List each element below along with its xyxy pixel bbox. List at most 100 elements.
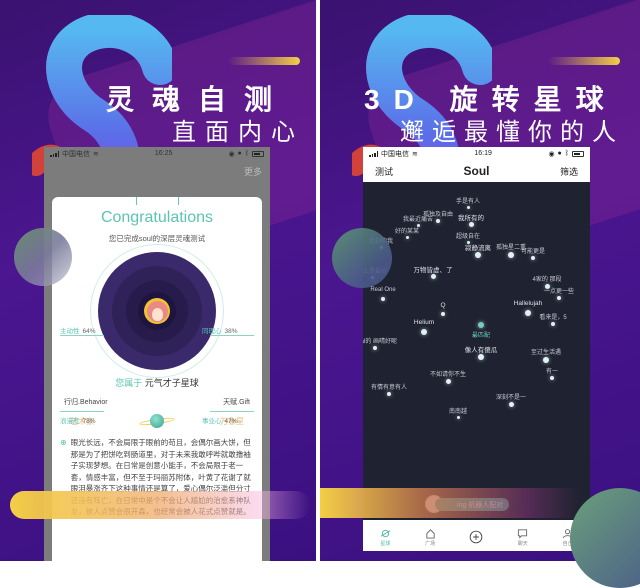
planet-star[interactable] (456, 416, 460, 419)
tab-planet[interactable]: 星球 (380, 528, 391, 547)
clock: 16:19 (474, 150, 492, 157)
avatar[interactable] (144, 298, 170, 324)
star-label: 一点更一些 (543, 289, 575, 295)
planet-star[interactable] (387, 392, 391, 396)
decorative-sphere (332, 228, 392, 288)
star-label: Real One (370, 287, 396, 293)
battery-icon (251, 150, 264, 157)
tab-add[interactable] (469, 530, 483, 544)
congrats-title: Congratulations (100, 209, 214, 226)
star-label: 我最近痛苦 (402, 217, 434, 223)
trait-ambition: 事业心 47% (202, 418, 238, 425)
wifi-icon: ≋ (412, 150, 418, 158)
filter-button[interactable]: 筛选 (560, 165, 578, 178)
star-label: 可能更是 (520, 249, 546, 255)
planet-star[interactable] (373, 346, 377, 350)
trait-line (60, 411, 104, 412)
wifi-icon: ≋ (93, 150, 99, 158)
star-label: 像人有傻瓜 (464, 347, 498, 354)
planet-star[interactable] (445, 379, 451, 384)
planet-star[interactable] (405, 236, 409, 239)
star-label: 我所有的 (458, 215, 484, 222)
location-icon: ◉ (228, 150, 235, 158)
decorative-yellow-bar (10, 491, 310, 519)
clock: 16:25 (154, 150, 173, 157)
planet-icon (138, 413, 176, 429)
star-label: 有情有意有人 (370, 385, 408, 391)
tab-square[interactable]: 广场 (425, 528, 436, 547)
star-label: 好的某某 (394, 229, 420, 235)
star-label: 寂静流离 (465, 245, 491, 252)
star-label: 南南越 (448, 409, 468, 415)
more-button[interactable]: 更多 (244, 165, 262, 178)
star-label: 不如请你不生 (429, 372, 467, 378)
planet-star[interactable] (441, 312, 445, 316)
trait-romance: 浪漫度 78% (60, 418, 96, 425)
ribbon-line (136, 197, 137, 205)
signal-icon (369, 150, 378, 157)
planet-star[interactable] (478, 322, 484, 328)
planet-star[interactable] (430, 274, 436, 279)
planet-star[interactable] (421, 329, 427, 335)
star-label: 4家的 那段 (532, 277, 562, 283)
bluetooth-icon: ᛒ (564, 150, 569, 157)
planet-starfield[interactable]: ing 机器人配对 孤独及自由手是有人我所有的我最近痛苦此刻的我好的某某超级自在… (363, 182, 590, 520)
yellow-streak (548, 57, 620, 65)
star-label: Helium (413, 319, 435, 326)
plus-icon (470, 530, 483, 544)
planet-star[interactable] (436, 219, 440, 223)
status-bar: 中国电信 ≋ 16:25 ◉ ● ᛒ (44, 147, 270, 160)
planet-star[interactable] (551, 322, 555, 326)
test-button[interactable]: 测试 (375, 165, 393, 178)
carrier-label: 中国电信 (62, 150, 90, 158)
yellow-streak (228, 57, 300, 65)
planet-star[interactable] (466, 206, 470, 209)
tab-bar: 星球 广场 聊天 自己 (363, 523, 590, 551)
decorative-yellow-bar (320, 488, 580, 518)
battery-icon (571, 150, 584, 157)
planet-star[interactable] (468, 222, 474, 227)
star-label: 最匹配 (471, 333, 491, 339)
chat-icon (518, 528, 528, 539)
tab-chat[interactable]: 聊天 (517, 528, 528, 547)
nav-bar: 测试 Soul 筛选 (363, 160, 590, 182)
bluetooth-icon: ᛒ (244, 150, 249, 157)
planet-star[interactable] (381, 297, 385, 301)
status-bar: 中国电信 ≋ 16:19 ◉ ● ᛒ (363, 147, 590, 160)
ribbon-line (178, 197, 179, 205)
trait-initiative: 主动性 64% (60, 328, 96, 335)
planet-star[interactable] (475, 252, 481, 258)
star-label: Real的 画晴好呢 (363, 339, 398, 345)
alarm-icon: ● (557, 150, 562, 157)
planet-star[interactable] (543, 357, 549, 363)
star-label: 有一 (545, 369, 559, 375)
planet-star[interactable] (531, 256, 535, 260)
trait-line (210, 335, 254, 336)
decorative-sphere (14, 228, 72, 286)
planet-star[interactable] (557, 296, 561, 300)
planet-star[interactable] (525, 310, 531, 316)
star-label: 手是有人 (455, 199, 481, 205)
gift-label: 天赋.Gift (223, 399, 250, 406)
trait-line (60, 335, 104, 336)
star-label: 万物皆虚、了 (413, 267, 453, 274)
planet-star[interactable] (550, 376, 554, 380)
card-subtitle: 您已完成soul的深层灵魂测试 (108, 234, 206, 243)
signal-icon (50, 150, 59, 157)
star-label: 超级自在 (455, 234, 481, 240)
planet-icon (380, 529, 391, 537)
location-icon: ◉ (548, 150, 555, 158)
alarm-icon: ● (237, 150, 242, 157)
planet-star[interactable] (478, 354, 484, 360)
trait-line (210, 411, 254, 412)
planet-star[interactable] (508, 252, 514, 258)
trait-empathy: 同理心 38% (202, 328, 238, 335)
star-label: 看来是，5 (539, 315, 567, 321)
promo-subheadline: 邂逅最懂你的人 (400, 119, 624, 146)
star-label: 深刻不是一 (495, 395, 527, 401)
left-promo-panel: 灵魂自测 直面内心 中国电信 ≋ 16:25 ◉ ● ᛒ 更多 Congratu… (0, 0, 316, 561)
planet-star[interactable] (508, 402, 514, 407)
behavior-label: 行归.Behavior (64, 399, 108, 406)
labels-row: 行归.Behavior 天赋.Gift (52, 397, 262, 407)
home-icon (426, 528, 435, 539)
